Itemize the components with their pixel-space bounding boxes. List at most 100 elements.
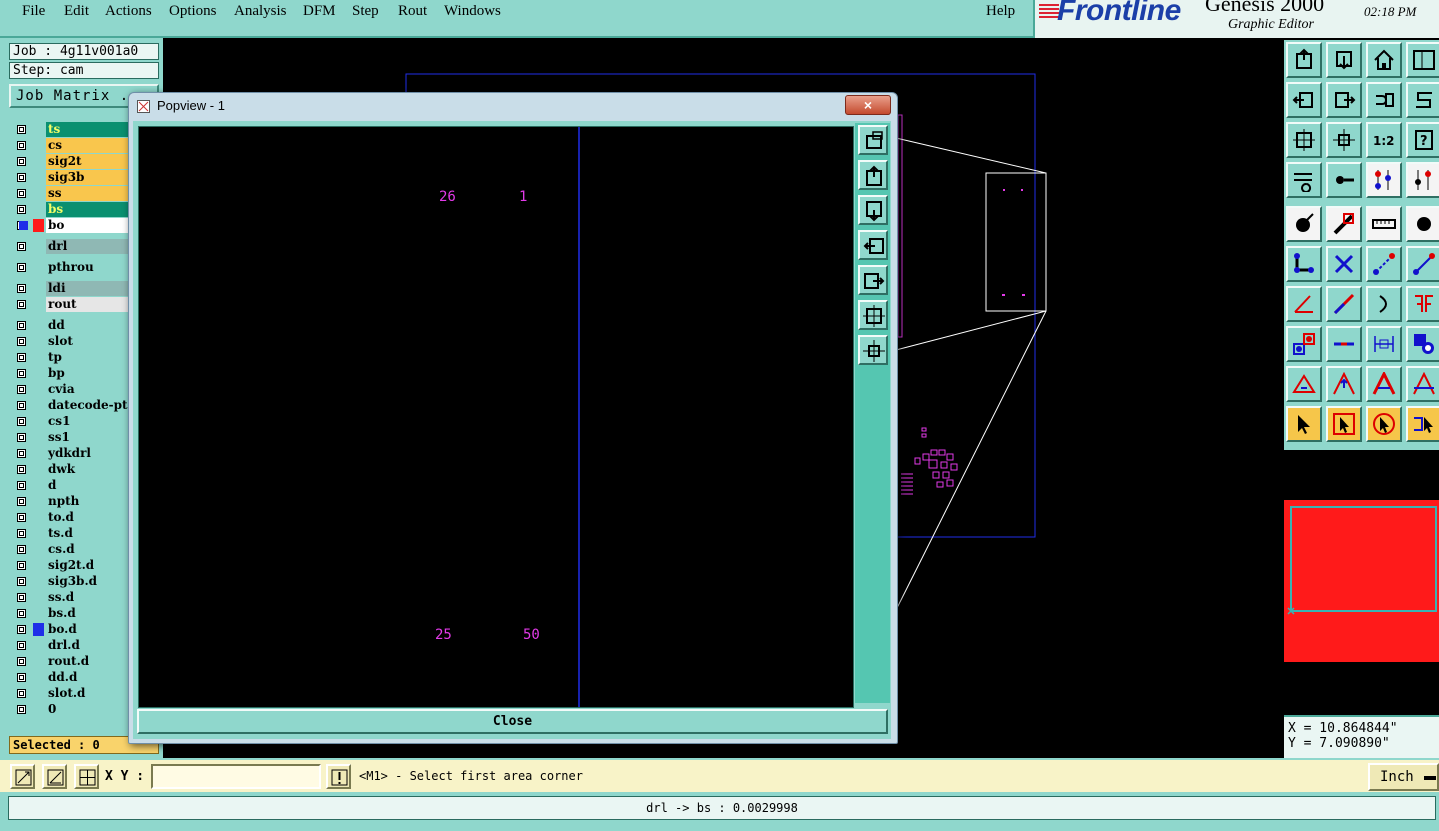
pan-right-icon[interactable] [858, 265, 888, 295]
window-layout-icon[interactable] [1406, 42, 1439, 78]
layer-checkbox[interactable] [17, 705, 26, 714]
layer-row-sig2t[interactable]: sig2t [9, 154, 129, 169]
copy-pad-icon[interactable] [1286, 326, 1322, 362]
layer-row-dd[interactable]: dd [9, 318, 129, 333]
layer-name[interactable]: bo [46, 218, 129, 233]
layer-checkbox[interactable] [17, 353, 26, 362]
menu-help[interactable]: Help [986, 3, 1015, 20]
angle-snap-icon[interactable] [42, 764, 67, 789]
save-job-icon[interactable] [1326, 42, 1362, 78]
menu-edit[interactable]: Edit [64, 3, 89, 20]
pan-down-icon[interactable] [858, 195, 888, 225]
layer-row-ss[interactable]: ss [9, 186, 129, 201]
layer-row-ss1[interactable]: ss1 [9, 430, 129, 445]
snap-grid-icon[interactable] [10, 764, 35, 789]
layer-checkbox[interactable] [17, 465, 26, 474]
select-pointer-icon[interactable] [1286, 406, 1322, 442]
layer-name[interactable]: bp [46, 366, 129, 381]
layer-checkbox[interactable] [17, 125, 26, 134]
layer-name[interactable]: drl.d [46, 638, 129, 653]
layer-row-bo[interactable]: bo [9, 218, 129, 233]
zoom-fit-icon[interactable] [1286, 122, 1322, 158]
layer-row-sig3b-d[interactable]: sig3b.d [9, 574, 129, 589]
layer-row-bs[interactable]: bs [9, 202, 129, 217]
layer-name[interactable]: dd.d [46, 670, 129, 685]
layer-row-pthrou[interactable]: pthrou [9, 260, 129, 275]
menu-step[interactable]: Step [352, 3, 379, 20]
layer-row-sig2t-d[interactable]: sig2t.d [9, 558, 129, 573]
arc-icon[interactable] [1366, 286, 1402, 322]
layer-checkbox[interactable] [17, 284, 26, 293]
layer-checkbox[interactable] [17, 625, 26, 634]
open-job-icon[interactable] [1286, 42, 1322, 78]
home-icon[interactable] [1366, 42, 1402, 78]
layer-checkbox[interactable] [17, 449, 26, 458]
layer-name[interactable]: cs1 [46, 414, 129, 429]
layer-row-cs[interactable]: cs [9, 138, 129, 153]
layer-row-sig3b[interactable]: sig3b [9, 170, 129, 185]
layer-name[interactable]: ydkdrl [46, 446, 129, 461]
layer-name[interactable]: slot.d [46, 686, 129, 701]
layer-name[interactable]: sig3b.d [46, 574, 129, 589]
popview-canvas[interactable]: 26 1 25 50 [138, 126, 854, 708]
layer-checkbox[interactable] [17, 321, 26, 330]
layer-name[interactable]: npth [46, 494, 129, 509]
connect-points-icon[interactable] [1286, 246, 1322, 282]
layer-row-slot-d[interactable]: slot.d [9, 686, 129, 701]
menu-actions[interactable]: Actions [105, 3, 152, 20]
layer-row-ldi[interactable]: ldi [9, 281, 129, 296]
layer-name[interactable]: d [46, 478, 129, 493]
menu-dfm[interactable]: DFM [303, 3, 336, 20]
layer-name[interactable]: ldi [46, 281, 129, 296]
menu-file[interactable]: File [22, 3, 45, 20]
layer-row-tp[interactable]: tp [9, 350, 129, 365]
layer-checkbox[interactable] [17, 369, 26, 378]
layer-checkbox[interactable] [17, 189, 26, 198]
redraw-icon[interactable] [1406, 82, 1439, 118]
slope-line-icon[interactable] [1326, 286, 1362, 322]
snap-icon[interactable] [1326, 162, 1362, 198]
layer-name[interactable]: dwk [46, 462, 129, 477]
net-analyze-icon[interactable] [1366, 162, 1402, 198]
layer-checkbox[interactable] [17, 497, 26, 506]
layer-row-ydkdrl[interactable]: ydkdrl [9, 446, 129, 461]
zoom-home-icon[interactable] [858, 125, 888, 155]
triangle-up-icon[interactable] [1326, 366, 1362, 402]
layer-checkbox[interactable] [17, 577, 26, 586]
layer-row-ts[interactable]: ts [9, 122, 129, 137]
menu-analysis[interactable]: Analysis [234, 3, 287, 20]
layer-row-d[interactable]: d [9, 478, 129, 493]
layer-checkbox[interactable] [17, 205, 26, 214]
layer-checkbox[interactable] [17, 529, 26, 538]
zoom-1to2-icon[interactable]: 1:2 [1366, 122, 1402, 158]
layer-name[interactable]: rout [46, 297, 129, 312]
stretch-icon[interactable] [1406, 246, 1439, 282]
select-net-icon[interactable] [1406, 406, 1439, 442]
layer-name[interactable]: bs [46, 202, 129, 217]
layer-row-bo-d[interactable]: bo.d [9, 622, 129, 637]
angle-icon[interactable] [1286, 286, 1322, 322]
layer-name[interactable]: rout.d [46, 654, 129, 669]
layer-row-slot[interactable]: slot [9, 334, 129, 349]
layer-name[interactable]: tp [46, 350, 129, 365]
layer-row-datecode-pt[interactable]: datecode-pt [9, 398, 129, 413]
zoom-center-icon[interactable] [858, 335, 888, 365]
layer-row-cvia[interactable]: cvia [9, 382, 129, 397]
add-circle-icon[interactable] [1406, 206, 1439, 242]
layer-row-drl[interactable]: drl [9, 239, 129, 254]
layer-row-bp[interactable]: bp [9, 366, 129, 381]
add-pad-icon[interactable] [1286, 206, 1322, 242]
layer-row-cs-d[interactable]: cs.d [9, 542, 129, 557]
layer-name[interactable]: sig2t.d [46, 558, 129, 573]
layer-name[interactable]: ts.d [46, 526, 129, 541]
layer-name[interactable]: bo.d [46, 622, 129, 637]
layer-name[interactable]: ss [46, 186, 129, 201]
triangle-resize-icon[interactable] [1286, 366, 1322, 402]
layer-name[interactable]: ss1 [46, 430, 129, 445]
layer-checkbox[interactable] [17, 545, 26, 554]
layer-checkbox[interactable] [17, 641, 26, 650]
add-line-icon[interactable] [1326, 206, 1362, 242]
zoom-fit-icon[interactable] [858, 300, 888, 330]
layer-checkbox[interactable] [17, 481, 26, 490]
layer-checkbox[interactable] [17, 433, 26, 442]
